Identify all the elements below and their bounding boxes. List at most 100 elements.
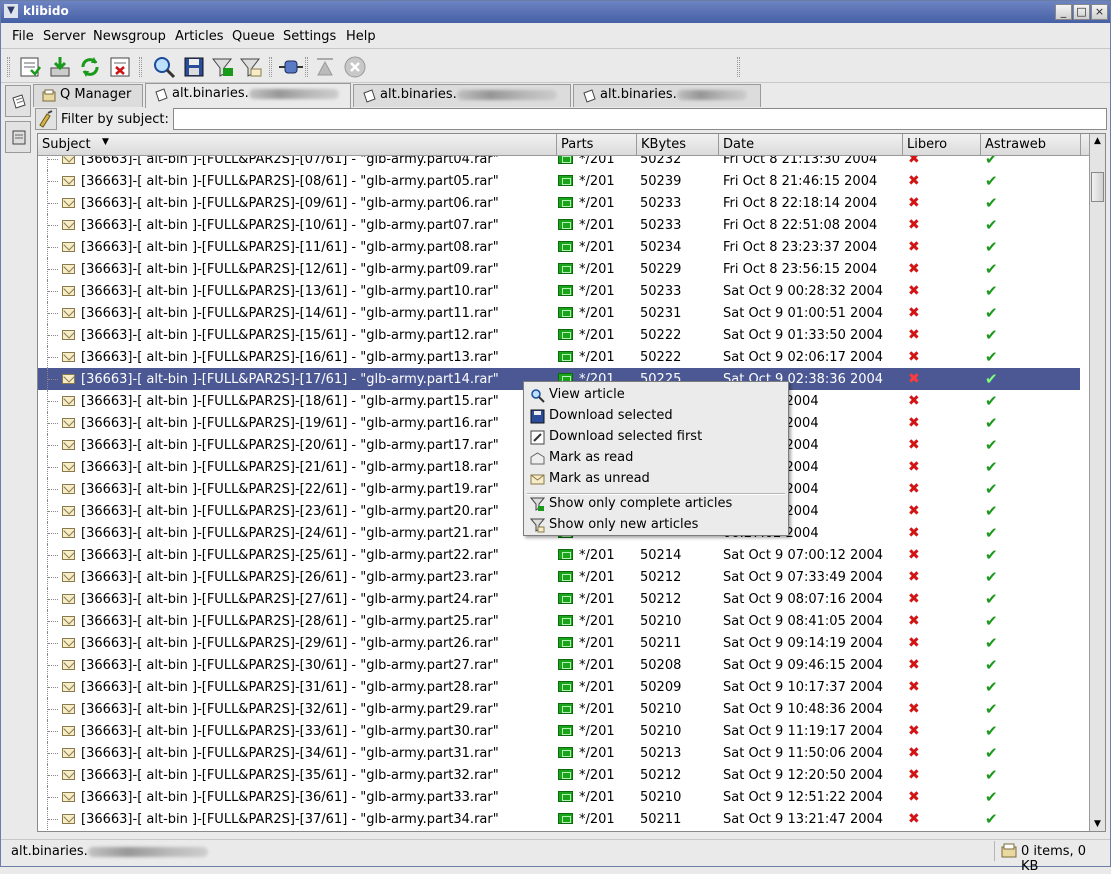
- side-tab-servers[interactable]: [5, 121, 31, 153]
- menu-server[interactable]: Server: [43, 29, 86, 44]
- column-subject[interactable]: Subject ▼: [38, 134, 557, 156]
- context-menu-item[interactable]: Show only complete articles: [526, 494, 786, 514]
- menu-newsgroup[interactable]: Newsgroup: [93, 29, 166, 44]
- table-row[interactable]: [36663]-[ alt-bin ]-[FULL&PAR2S]-[07/61]…: [38, 156, 1080, 170]
- menu-file[interactable]: File: [12, 29, 34, 44]
- table-row[interactable]: [36663]-[ alt-bin ]-[FULL&PAR2S]-[33/61]…: [38, 720, 1080, 742]
- row-subject: [36663]-[ alt-bin ]-[FULL&PAR2S]-[13/61]…: [81, 284, 499, 299]
- table-row[interactable]: [36663]-[ alt-bin ]-[FULL&PAR2S]-[16/61]…: [38, 346, 1080, 368]
- context-menu-item[interactable]: View article: [526, 385, 786, 405]
- table-row[interactable]: [36663]-[ alt-bin ]-[FULL&PAR2S]-[25/61]…: [38, 544, 1080, 566]
- filter-clear-button[interactable]: [35, 108, 57, 130]
- context-menu-item[interactable]: Show only new articles: [526, 515, 786, 535]
- table-row[interactable]: [36663]-[ alt-bin ]-[FULL&PAR2S]-[36/61]…: [38, 786, 1080, 808]
- show-complete-icon[interactable]: [209, 54, 235, 80]
- column-date[interactable]: Date: [719, 134, 903, 156]
- context-menu-item[interactable]: Download selected: [526, 406, 786, 426]
- table-row[interactable]: [36663]-[ alt-bin ]-[FULL&PAR2S]-[29/61]…: [38, 632, 1080, 654]
- table-row[interactable]: [36663]-[ alt-bin ]-[FULL&PAR2S]-[30/61]…: [38, 654, 1080, 676]
- table-row[interactable]: [36663]-[ alt-bin ]-[FULL&PAR2S]-[27/61]…: [38, 588, 1080, 610]
- menu-queue[interactable]: Queue: [232, 29, 275, 44]
- table-row[interactable]: [36663]-[ alt-bin ]-[FULL&PAR2S]-[08/61]…: [38, 170, 1080, 192]
- table-row[interactable]: [36663]-[ alt-bin ]-[FULL&PAR2S]-[37/61]…: [38, 808, 1080, 830]
- table-row[interactable]: [36663]-[ alt-bin ]-[FULL&PAR2S]-[11/61]…: [38, 236, 1080, 258]
- menu-articles[interactable]: Articles: [175, 29, 223, 44]
- row-date: Sat Oct 9 01:33:50 2004: [723, 328, 884, 343]
- unread-envelope-icon: [62, 792, 75, 802]
- row-subject: [36663]-[ alt-bin ]-[FULL&PAR2S]-[27/61]…: [81, 592, 499, 607]
- download-first-icon: [530, 430, 545, 449]
- table-row[interactable]: [36663]-[ alt-bin ]-[FULL&PAR2S]-[32/61]…: [38, 698, 1080, 720]
- menu-settings[interactable]: Settings: [283, 29, 336, 44]
- stop-icon[interactable]: [342, 54, 368, 80]
- column-astraweb[interactable]: Astraweb: [981, 134, 1081, 156]
- scroll-down-arrow-icon[interactable]: ▼: [1090, 817, 1105, 831]
- filter-input[interactable]: [173, 108, 1107, 130]
- tab-newsgroup-3[interactable]: alt.binaries.: [573, 84, 761, 107]
- vertical-scrollbar[interactable]: ▲ ▼: [1089, 134, 1105, 831]
- context-menu-label: Mark as unread: [549, 471, 650, 486]
- show-new-icon[interactable]: [237, 54, 263, 80]
- tab-newsgroup-1[interactable]: alt.binaries.: [145, 83, 351, 108]
- astraweb-available-icon: ✔: [985, 216, 998, 234]
- context-menu-item[interactable]: Mark as unread: [526, 469, 786, 489]
- column-parts[interactable]: Parts: [557, 134, 637, 156]
- scrollbar-thumb[interactable]: [1091, 172, 1104, 202]
- row-kbytes: 50210: [640, 702, 682, 717]
- table-row[interactable]: [36663]-[ alt-bin ]-[FULL&PAR2S]-[28/61]…: [38, 610, 1080, 632]
- tab-q-manager[interactable]: Q Manager: [33, 84, 143, 107]
- menu-help[interactable]: Help: [346, 29, 376, 44]
- libero-missing-icon: ✖: [908, 217, 920, 233]
- table-row[interactable]: [36663]-[ alt-bin ]-[FULL&PAR2S]-[13/61]…: [38, 280, 1080, 302]
- expire-headers-icon[interactable]: [107, 54, 133, 80]
- table-row[interactable]: [36663]-[ alt-bin ]-[FULL&PAR2S]-[09/61]…: [38, 192, 1080, 214]
- get-headers-icon[interactable]: [47, 54, 73, 80]
- table-row[interactable]: [36663]-[ alt-bin ]-[FULL&PAR2S]-[35/61]…: [38, 764, 1080, 786]
- table-row[interactable]: [36663]-[ alt-bin ]-[FULL&PAR2S]-[10/61]…: [38, 214, 1080, 236]
- row-date: Fri Oct 8 23:56:15 2004: [723, 262, 878, 277]
- context-menu-item[interactable]: Download selected first: [526, 427, 786, 447]
- unread-envelope-icon: [62, 726, 75, 736]
- close-window-button[interactable]: ×: [1091, 4, 1108, 20]
- table-row[interactable]: [36663]-[ alt-bin ]-[FULL&PAR2S]-[26/61]…: [38, 566, 1080, 588]
- unread-envelope-icon: [62, 220, 75, 230]
- row-date: Fri Oct 8 21:46:15 2004: [723, 174, 878, 189]
- libero-missing-icon: ✖: [908, 261, 920, 277]
- astraweb-available-icon: ✔: [985, 678, 998, 696]
- row-date: Sat Oct 9 00:28:32 2004: [723, 284, 884, 299]
- row-subject: [36663]-[ alt-bin ]-[FULL&PAR2S]-[12/61]…: [81, 262, 499, 277]
- libero-missing-icon: ✖: [908, 525, 920, 541]
- table-row[interactable]: [36663]-[ alt-bin ]-[FULL&PAR2S]-[31/61]…: [38, 676, 1080, 698]
- table-row[interactable]: [36663]-[ alt-bin ]-[FULL&PAR2S]-[15/61]…: [38, 324, 1080, 346]
- title-bar[interactable]: ▼ klibido _ □ ×: [1, 1, 1110, 23]
- scroll-up-arrow-icon[interactable]: ▲: [1090, 134, 1105, 148]
- toolbar-grip[interactable]: [737, 57, 740, 77]
- column-kbytes[interactable]: KBytes: [637, 134, 719, 156]
- blurred-text: [676, 89, 747, 100]
- row-parts: */201: [579, 240, 615, 255]
- context-menu-item[interactable]: Mark as read: [526, 448, 786, 468]
- view-article-icon[interactable]: [151, 54, 177, 80]
- row-parts: */201: [579, 680, 615, 695]
- save-icon[interactable]: [181, 54, 207, 80]
- row-parts: */201: [579, 328, 615, 343]
- subscribe-icon[interactable]: [17, 54, 43, 80]
- maximize-button[interactable]: □: [1073, 4, 1090, 20]
- parts-status-icon: [558, 659, 573, 670]
- row-kbytes: 50239: [640, 174, 682, 189]
- update-headers-icon[interactable]: [77, 54, 103, 80]
- table-row[interactable]: [36663]-[ alt-bin ]-[FULL&PAR2S]-[12/61]…: [38, 258, 1080, 280]
- table-row[interactable]: [36663]-[ alt-bin ]-[FULL&PAR2S]-[34/61]…: [38, 742, 1080, 764]
- connect-icon[interactable]: [278, 54, 304, 80]
- minimize-button[interactable]: _: [1055, 4, 1072, 20]
- tree-connector: [47, 654, 61, 676]
- column-libero[interactable]: Libero: [903, 134, 981, 156]
- table-row[interactable]: [36663]-[ alt-bin ]-[FULL&PAR2S]-[14/61]…: [38, 302, 1080, 324]
- side-tab-groups[interactable]: [5, 85, 31, 117]
- toolbar-grip[interactable]: [7, 57, 10, 77]
- window-menu-icon[interactable]: ▼: [4, 4, 18, 18]
- tab-newsgroup-2[interactable]: alt.binaries.: [353, 84, 571, 107]
- move-to-top-icon[interactable]: [312, 54, 338, 80]
- row-subject: [36663]-[ alt-bin ]-[FULL&PAR2S]-[19/61]…: [81, 416, 499, 431]
- tree-connector: [47, 236, 61, 258]
